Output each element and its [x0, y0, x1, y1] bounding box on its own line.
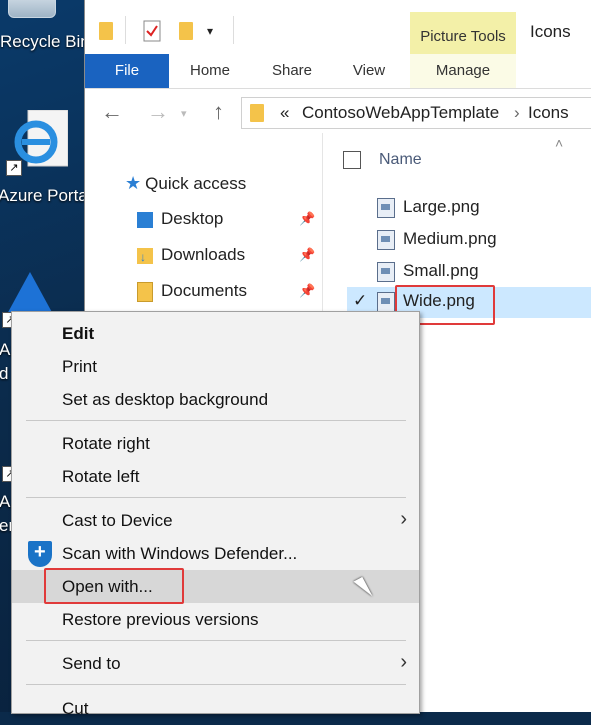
up-arrow-icon[interactable]: ↑	[213, 99, 224, 125]
image-file-icon	[377, 197, 395, 218]
tab-home[interactable]: Home	[177, 54, 243, 88]
image-file-icon	[377, 261, 395, 282]
recycle-bin-icon[interactable]	[8, 0, 56, 18]
column-header-name[interactable]: Name	[379, 151, 422, 169]
customize-toolbar-chevron-icon[interactable]: ▾	[207, 24, 213, 38]
nav-documents-label: Documents	[161, 281, 247, 300]
address-bar[interactable]: « ContosoWebAppTemplate › Icons	[241, 97, 591, 129]
nav-downloads[interactable]: ↓ Downloads	[137, 245, 245, 265]
navigation-bar: ← → ▾ ↑ « ContosoWebAppTemplate › Icons	[85, 89, 591, 133]
tab-view[interactable]: View	[341, 54, 397, 88]
nav-quick-access[interactable]: ★ Quick access	[125, 173, 246, 194]
menu-separator	[26, 420, 406, 421]
nav-desktop-label: Desktop	[161, 209, 224, 228]
menu-item-cast-to-device[interactable]: Cast to Device ›	[12, 504, 419, 537]
pin-icon: 📌	[299, 283, 316, 298]
tab-manage[interactable]: Manage	[410, 54, 516, 88]
breadcrumb-icons[interactable]: Icons	[528, 103, 569, 123]
menu-item-rotate-left[interactable]: Rotate left	[12, 460, 419, 493]
menu-separator	[26, 684, 406, 685]
nav-downloads-label: Downloads	[161, 245, 246, 264]
menu-item-edit[interactable]: Edit	[12, 317, 419, 350]
pin-icon: 📌	[299, 211, 316, 226]
submenu-chevron-right-icon: ›	[400, 651, 407, 673]
pin-icon: 📌	[299, 247, 316, 262]
menu-separator	[26, 640, 406, 641]
menu-item-label: Set as desktop background	[62, 390, 269, 409]
picture-tools-label: Picture Tools	[410, 12, 516, 54]
nav-desktop[interactable]: Desktop	[137, 209, 223, 229]
back-arrow-icon[interactable]: ←	[101, 99, 123, 125]
menu-item-label: Scan with Windows Defender...	[62, 544, 298, 563]
windows-defender-shield-icon	[28, 541, 52, 567]
quick-access-toolbar: ▾ Picture Tools Icons	[85, 0, 591, 54]
new-folder-icon[interactable]	[179, 22, 193, 40]
menu-item-label: Rotate left	[62, 467, 140, 486]
menu-separator	[26, 497, 406, 498]
select-all-checkbox[interactable]	[343, 151, 361, 169]
menu-item-label: Cut	[62, 699, 89, 718]
ribbon-tabs: File Home Share View Manage	[85, 54, 591, 89]
nav-quick-access-label: Quick access	[145, 174, 247, 193]
image-file-icon	[377, 229, 395, 250]
breadcrumb-contosowebapptemplate[interactable]: ContosoWebAppTemplate	[302, 103, 499, 123]
menu-item-label: Edit	[62, 324, 95, 343]
menu-item-label: Print	[62, 357, 97, 376]
nav-documents[interactable]: Documents	[137, 281, 247, 302]
tab-share[interactable]: Share	[261, 54, 323, 88]
folder-icon	[250, 104, 264, 122]
submenu-chevron-right-icon: ›	[400, 508, 407, 530]
highlight-callout	[44, 568, 184, 604]
shortcut-arrow-icon: ↗	[6, 160, 22, 176]
documents-folder-icon	[137, 281, 153, 302]
menu-item-send-to[interactable]: Send to ›	[12, 647, 419, 680]
menu-item-label: Rotate right	[62, 434, 150, 453]
breadcrumb-separator-icon[interactable]: ›	[514, 103, 520, 123]
row-checkbox-checked-icon[interactable]: ✓	[353, 291, 367, 311]
azure-icon[interactable]	[6, 272, 54, 316]
desktop-icon-label-azure-portal[interactable]: Azure Porta	[0, 186, 88, 206]
desktop-icon-label-d[interactable]: d	[0, 364, 8, 384]
menu-item-label: Send to	[62, 654, 121, 673]
menu-item-set-desktop-background[interactable]: Set as desktop background	[12, 383, 419, 416]
address-overflow-chevron[interactable]: «	[280, 103, 289, 123]
toolbar-divider	[125, 16, 126, 44]
menu-item-label: Cast to Device	[62, 511, 173, 530]
menu-item-print[interactable]: Print	[12, 350, 419, 383]
menu-item-restore-previous-versions[interactable]: Restore previous versions	[12, 603, 419, 636]
desktop-folder-icon	[137, 211, 153, 228]
image-file-icon	[377, 291, 395, 312]
file-name: Medium.png	[403, 229, 497, 248]
file-name: Large.png	[403, 197, 480, 216]
folder-icon	[99, 22, 113, 40]
tab-file[interactable]: File	[85, 54, 169, 88]
menu-item-rotate-right[interactable]: Rotate right	[12, 427, 419, 460]
file-row[interactable]: Large.png	[377, 197, 480, 225]
menu-item-scan-with-windows-defender[interactable]: Scan with Windows Defender...	[12, 537, 419, 570]
context-menu: Edit Print Set as desktop background Rot…	[11, 311, 420, 718]
toolbar-divider	[233, 16, 234, 44]
sort-chevron-up-icon[interactable]: ˄	[555, 135, 563, 151]
properties-icon[interactable]	[143, 20, 161, 42]
forward-arrow-icon[interactable]: →	[147, 99, 169, 125]
downloads-folder-icon: ↓	[137, 247, 153, 264]
window-title: Icons	[530, 22, 571, 41]
menu-item-label: Restore previous versions	[62, 610, 259, 629]
star-icon: ★	[125, 173, 142, 193]
file-row[interactable]: Medium.png	[377, 229, 497, 257]
desktop-icon-label-recycle-bin[interactable]: Recycle Bin	[0, 32, 90, 52]
recent-locations-chevron-icon[interactable]: ▾	[181, 107, 187, 120]
file-name: Small.png	[403, 261, 479, 280]
menu-item-cut[interactable]: Cut	[12, 692, 419, 725]
